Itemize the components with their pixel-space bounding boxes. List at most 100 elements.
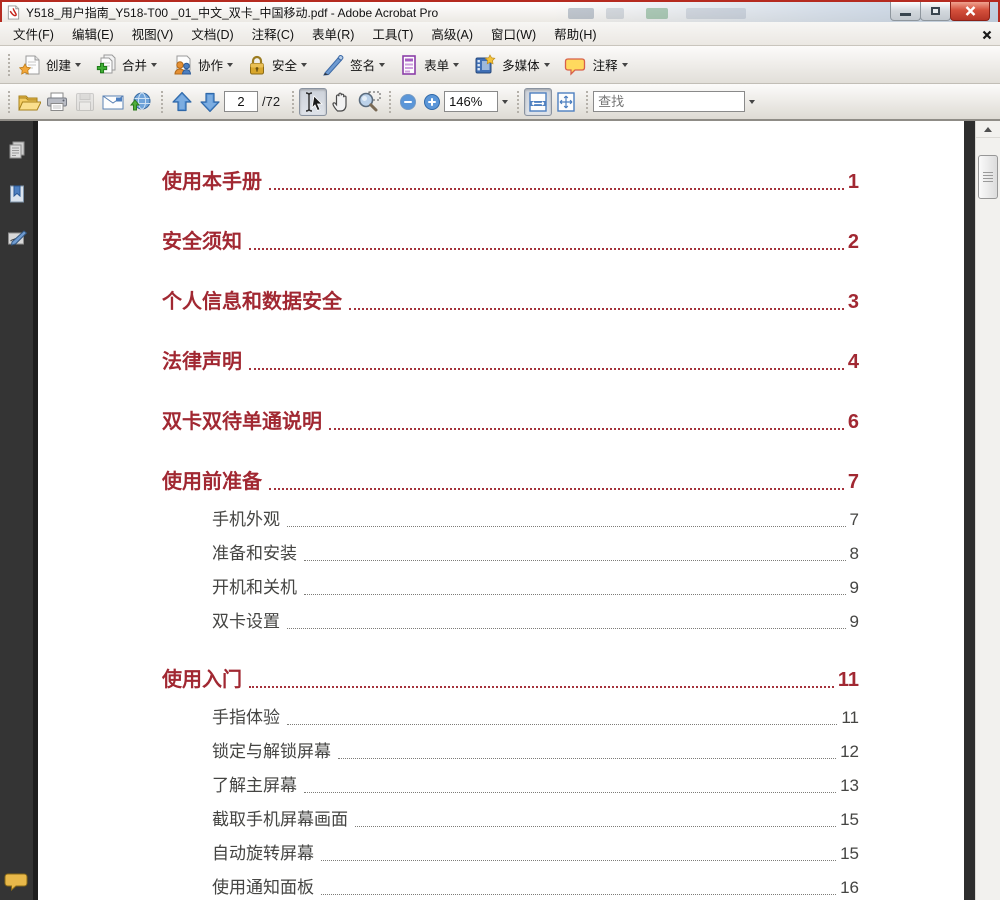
menu-item[interactable]: 编辑(E) — [63, 21, 123, 46]
restore-button[interactable] — [920, 2, 951, 21]
toc-entry[interactable]: 了解主屏幕 13 — [162, 772, 859, 796]
toc-entry-page-number: 9 — [849, 578, 859, 597]
menu-item[interactable]: 文档(D) — [182, 21, 242, 46]
toc-entry[interactable]: 使用通知面板 16 — [162, 874, 859, 898]
comments-panel-icon — [4, 873, 28, 892]
forms-label: 表单 — [424, 59, 450, 73]
toc-entry[interactable]: 锁定与解锁屏幕 12 — [162, 738, 859, 762]
hand-tool-icon — [332, 92, 347, 112]
scrollbar-thumb[interactable] — [978, 155, 998, 199]
menu-item[interactable]: 注释(C) — [243, 21, 303, 46]
sign-menu-button[interactable]: 签名 — [317, 51, 391, 79]
toc-entry-page-number: 4 — [847, 351, 859, 373]
hand-tool-button[interactable] — [327, 88, 355, 116]
tasks-toolbar: 创建 合并 协作 安全 签名 表单 多媒体 注释 — [0, 46, 1000, 84]
chevron-down-icon — [151, 62, 158, 67]
comment-menu-button[interactable]: 注释 — [560, 51, 634, 79]
dotted-leader — [304, 792, 837, 793]
email-button[interactable] — [99, 88, 127, 116]
toc-entry[interactable]: 准备和安装 8 — [162, 540, 859, 564]
toc-entry[interactable]: 使用入门 11 — [162, 666, 859, 692]
sign-label: 签名 — [350, 59, 376, 73]
toc-entry[interactable]: 自动旋转屏幕 15 — [162, 840, 859, 864]
toc-entry-page-number: 16 — [840, 878, 859, 897]
menu-item[interactable]: 窗口(W) — [482, 21, 545, 46]
previous-page-button[interactable] — [168, 88, 196, 116]
zoom-out-button[interactable] — [396, 88, 420, 116]
toc-entry[interactable]: 个人信息和数据安全 3 — [162, 288, 859, 314]
fit-page-button[interactable] — [552, 88, 580, 116]
comments-panel-button[interactable] — [3, 868, 29, 894]
toolbar-grip[interactable] — [515, 90, 521, 113]
page-number-input[interactable] — [224, 91, 258, 112]
find-dropdown[interactable] — [745, 91, 758, 112]
collaborate-menu-button[interactable]: 协作 — [167, 51, 239, 79]
security-menu-button[interactable]: 安全 — [243, 51, 313, 79]
bookmarks-icon — [9, 185, 24, 203]
multimedia-menu-button[interactable]: 多媒体 — [469, 51, 556, 79]
toc-entry-label: 开机和关机 — [212, 578, 297, 597]
chevron-down-icon — [621, 62, 628, 67]
signatures-panel-button[interactable] — [4, 225, 30, 251]
zoom-level-box[interactable]: 146% — [444, 91, 499, 112]
toc-entry-page-number: 2 — [847, 231, 859, 253]
upload-web-button[interactable] — [127, 88, 155, 116]
table-of-contents: 使用本手册 1 安全须知 2 个人信息和数据安全 3 法律声明 4 双卡双待单通说明 6 使用前准备… — [38, 168, 964, 898]
fit-width-button[interactable] — [524, 87, 553, 116]
bookmarks-panel-button[interactable] — [4, 181, 30, 207]
minimize-button[interactable] — [890, 2, 921, 21]
create-menu-button[interactable]: 创建 — [15, 51, 87, 79]
combine-label: 合并 — [122, 59, 148, 73]
toc-entry[interactable]: 手指体验 11 — [162, 704, 859, 728]
close-document-button[interactable] — [982, 27, 992, 45]
toc-entry[interactable]: 双卡设置 9 — [162, 608, 859, 632]
fit-width-icon — [529, 91, 547, 112]
toc-entry[interactable]: 截取手机屏幕画面 15 — [162, 806, 859, 830]
toolbar-grip[interactable] — [159, 90, 164, 113]
zoom-in-icon — [424, 93, 441, 110]
toc-entry[interactable]: 手机外观 7 — [162, 506, 859, 530]
toc-entry[interactable]: 使用前准备 7 — [162, 468, 859, 494]
toc-entry[interactable]: 开机和关机 9 — [162, 574, 859, 598]
toc-entry-label: 准备和安装 — [212, 544, 297, 563]
find-input[interactable] — [593, 91, 746, 112]
menu-item[interactable]: 高级(A) — [422, 21, 482, 46]
open-button[interactable] — [15, 88, 43, 116]
toc-entry-page-number: 6 — [847, 411, 859, 433]
forms-menu-button[interactable]: 表单 — [395, 51, 465, 79]
toc-entry[interactable]: 双卡双待单通说明 6 — [162, 408, 859, 434]
toolbar-grip[interactable] — [584, 90, 590, 113]
chevron-down-icon — [453, 62, 460, 67]
zoom-level-value: 146% — [449, 94, 483, 109]
toc-entry[interactable]: 法律声明 4 — [162, 348, 859, 374]
combine-menu-button[interactable]: 合并 — [91, 51, 163, 79]
toolbar-grip[interactable] — [290, 90, 296, 113]
toc-entry[interactable]: 安全须知 2 — [162, 228, 859, 254]
zoom-in-button[interactable] — [420, 88, 444, 116]
menu-item[interactable]: 视图(V) — [123, 21, 183, 46]
menu-bar-items: 文件(F) 编辑(E) 视图(V) 文档(D) 注释(C) 表单(R) 工具(T) 高级(A)… — [4, 21, 606, 46]
close-button[interactable] — [950, 2, 990, 21]
toc-entry[interactable]: 使用本手册 1 — [162, 168, 859, 194]
vertical-scrollbar[interactable] — [975, 121, 1000, 900]
next-page-button[interactable] — [196, 88, 224, 116]
menu-item[interactable]: 工具(T) — [363, 21, 422, 46]
menu-item[interactable]: 帮助(H) — [545, 21, 605, 46]
toolbar-grip[interactable] — [387, 90, 393, 113]
marquee-zoom-button[interactable] — [355, 88, 383, 116]
security-label: 安全 — [272, 59, 298, 73]
menu-item[interactable]: 文件(F) — [4, 21, 63, 46]
sign-pen-icon — [323, 54, 344, 76]
comment-bubble-icon — [564, 57, 585, 76]
scroll-up-button[interactable] — [976, 121, 1000, 138]
toc-entry-label: 使用前准备 — [162, 471, 262, 493]
document-page[interactable]: 目录 使用本手册1安全须知2个人信息和数据安全3法律声明4双卡双待单通说明6使用… — [38, 121, 964, 900]
toolbar-grip[interactable] — [6, 53, 11, 76]
print-button[interactable] — [43, 88, 71, 116]
zoom-level-dropdown[interactable] — [498, 91, 511, 112]
menu-item[interactable]: 表单(R) — [303, 21, 363, 46]
select-tool-button[interactable] — [299, 87, 328, 116]
toolbar-grip[interactable] — [6, 90, 11, 113]
pages-panel-button[interactable] — [4, 137, 30, 163]
toc-entry-page-number: 9 — [849, 612, 859, 631]
